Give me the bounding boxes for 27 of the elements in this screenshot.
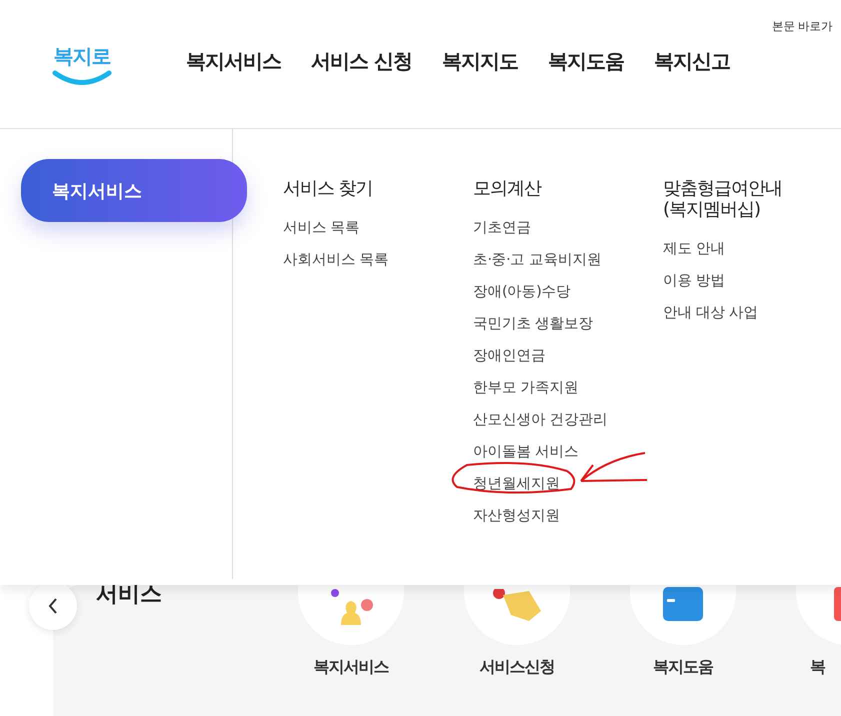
menu-item[interactable]: 기초연금 [473,220,531,236]
menu-heading: 맞춤형급여안내 (복지멤버십) [663,178,783,220]
nav-item[interactable]: 복지도움 [548,48,624,74]
nav-item[interactable]: 복지신고 [654,48,730,74]
menu-item[interactable]: 국민기초 생활보장 [473,316,594,332]
menu-item[interactable]: 산모신생아 건강관리 [473,412,608,428]
nav-item[interactable]: 복지서비스 [186,48,281,74]
menu-heading: 모의계산 [473,178,542,199]
menu-item[interactable]: 초·중·고 교육비지원 [473,252,602,268]
menu-item[interactable]: 자산형성지원 [473,508,560,524]
menu-item[interactable]: 제도 안내 [663,241,726,257]
menu-item[interactable]: 장애인연금 [473,348,546,364]
nav-item[interactable]: 서비스 신청 [311,48,412,74]
menu-item[interactable]: 아이돌봄 서비스 [473,444,579,460]
menu-item[interactable]: 이용 방법 [663,273,726,289]
previous-button[interactable] [29,582,77,630]
menu-item[interactable]: 한부모 가족지원 [473,380,579,396]
skip-to-content-link[interactable]: 본문 바로가 [772,19,833,34]
nav-item[interactable]: 복지지도 [442,48,518,74]
chevron-left-icon [47,597,59,615]
menu-item[interactable]: 서비스 목록 [283,220,360,236]
menu-heading: 서비스 찾기 [283,178,374,199]
menu-item[interactable]: 장애(아동)수당 [473,284,570,300]
menu-item[interactable]: 안내 대상 사업 [663,305,758,321]
section-title: 서비스 [96,581,162,609]
active-section-tab[interactable]: 복지서비스 [21,159,247,222]
menu-item[interactable]: 사회서비스 목록 [283,252,389,268]
